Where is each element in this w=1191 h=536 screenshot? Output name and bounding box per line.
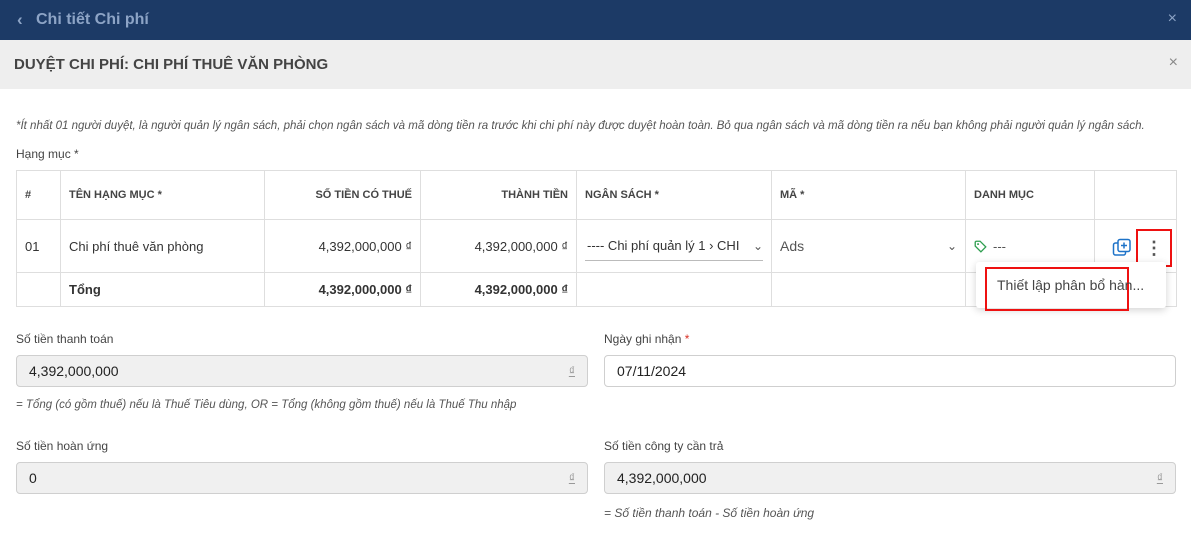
company-payable-hint: = Số tiền thanh toán - Số tiền hoàn ứng <box>604 506 815 520</box>
col-amount-tax: SỐ TIỀN CÓ THUẾ <box>264 170 421 220</box>
top-bar: ‹ Chi tiết Chi phí × <box>0 0 1191 40</box>
approval-note: *Ít nhất 01 người duyệt, là người quản l… <box>16 120 1145 132</box>
row-total: 4,392,000,000 ₫ <box>420 219 577 273</box>
col-budget: NGÂN SÁCH * <box>576 170 772 220</box>
col-category: DANH MỤC <box>965 170 1095 220</box>
total-total: 4,392,000,000 ₫ <box>420 272 577 307</box>
company-payable-field[interactable]: 4,392,000,000 ₫ <box>604 462 1176 494</box>
row-options-menu: Thiết lập phân bổ hàn... <box>976 262 1166 311</box>
row-index: 01 <box>16 219 61 273</box>
copy-add-icon[interactable] <box>1112 238 1132 258</box>
code-select-value: Ads <box>780 238 805 254</box>
total-amount-tax: 4,392,000,000 ₫ <box>264 272 421 307</box>
payment-amount-label: Số tiền thanh toán <box>16 332 114 346</box>
menu-item-allocation-setup[interactable]: Thiết lập phân bổ hàn... <box>985 267 1144 311</box>
code-select[interactable]: Ads ⌄ <box>780 238 957 254</box>
dialog-header: DUYỆT CHI PHÍ: CHI PHÍ THUÊ VĂN PHÒNG × <box>0 40 1191 89</box>
company-payable-label: Số tiền công ty cần trả <box>604 439 724 453</box>
dialog-title: DUYỆT CHI PHÍ: CHI PHÍ THUÊ VĂN PHÒNG <box>14 56 329 73</box>
record-date-input[interactable]: 07/11/2024 <box>604 355 1176 387</box>
col-actions <box>1094 170 1177 220</box>
row-code-cell: Ads ⌄ <box>771 219 966 273</box>
chevron-down-icon: ⌄ <box>752 238 763 253</box>
currency-icon: ₫ <box>568 364 575 378</box>
items-label: Hạng mục * <box>16 147 79 161</box>
payment-amount-value: 4,392,000,000 <box>29 363 119 379</box>
col-total: THÀNH TIỀN <box>420 170 577 220</box>
refund-amount-label: Số tiền hoàn ứng <box>16 439 109 453</box>
row-item-name: Chi phí thuê văn phòng <box>60 219 265 273</box>
company-payable-value: 4,392,000,000 <box>617 470 707 486</box>
payment-amount-hint: = Tổng (có gồm thuế) nếu là Thuế Tiêu dù… <box>16 399 517 411</box>
tag-icon <box>974 240 987 253</box>
category-value: --- <box>993 238 1006 254</box>
chevron-down-icon: ⌄ <box>946 239 957 253</box>
currency-icon: ₫ <box>568 471 575 485</box>
col-index: # <box>16 170 61 220</box>
payment-amount-field[interactable]: 4,392,000,000 ₫ <box>16 355 588 387</box>
back-chevron-icon[interactable]: ‹ <box>17 10 23 30</box>
category-picker[interactable]: --- <box>974 239 1086 254</box>
row-budget-cell: ---- Chi phí quản lý 1 › CHI ⌄ <box>576 219 772 273</box>
refund-amount-value: 0 <box>29 470 37 486</box>
record-date-label: Ngày ghi nhận * <box>604 332 690 346</box>
close-icon[interactable]: × <box>1168 10 1177 28</box>
row-amount-tax: 4,392,000,000 ₫ <box>264 219 421 273</box>
page-title: Chi tiết Chi phí <box>36 11 149 28</box>
budget-select-value: ---- Chi phí quản lý 1 › CHI <box>587 238 740 253</box>
currency-icon: ₫ <box>1156 471 1163 485</box>
refund-amount-field[interactable]: 0 ₫ <box>16 462 588 494</box>
total-label: Tổng <box>60 272 265 307</box>
col-code: MÃ * <box>771 170 966 220</box>
record-date-value: 07/11/2024 <box>617 363 687 379</box>
budget-select[interactable]: ---- Chi phí quản lý 1 › CHI ⌄ <box>585 231 763 261</box>
dialog-close-icon[interactable]: × <box>1169 54 1178 72</box>
col-item-name: TÊN HẠNG MỤC * <box>60 170 265 220</box>
